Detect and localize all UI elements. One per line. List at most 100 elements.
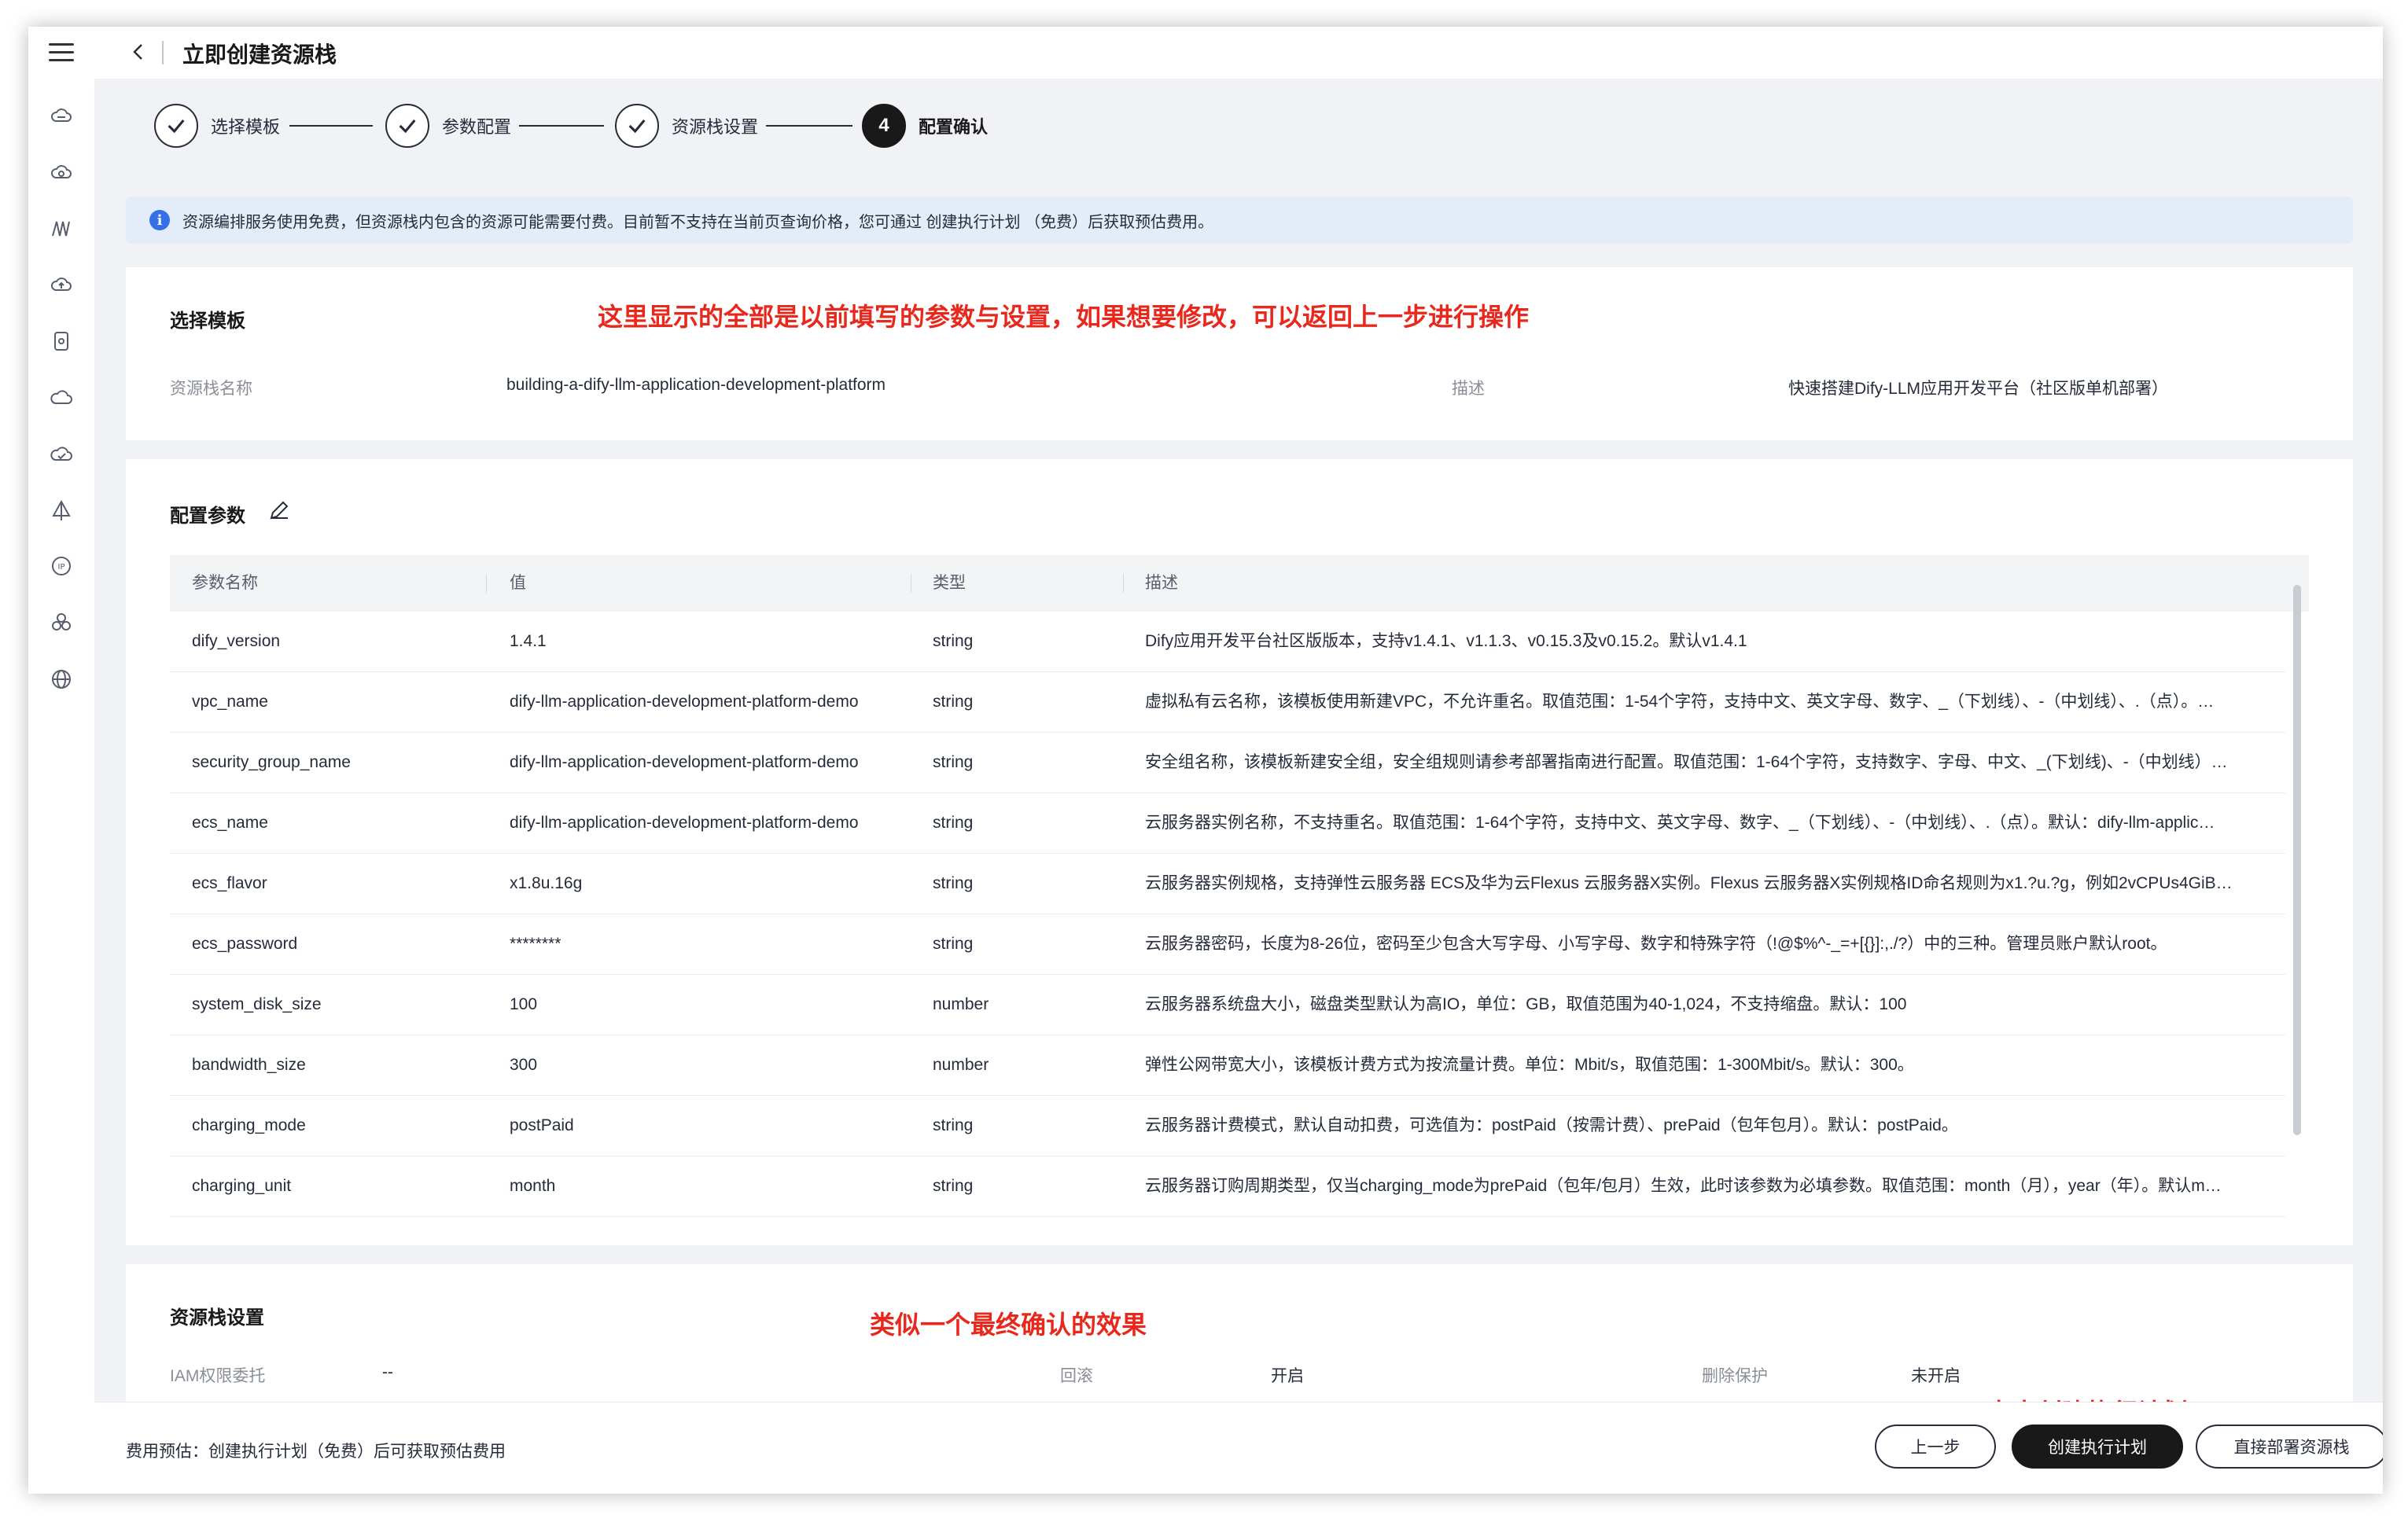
param-description-cell: 弹性公网带宽大小，该模板计费方式为按流量计费。单位：Mbit/s，取值范围：1-… [1145, 1056, 1914, 1074]
title-divider [162, 41, 164, 64]
storage-bucket-icon[interactable] [49, 329, 74, 354]
step-stack-settings: 资源栈设置 [615, 102, 758, 149]
deploy-icon[interactable] [49, 498, 74, 524]
create-execution-plan-button[interactable]: 创建执行计划 [2012, 1425, 2183, 1469]
param-description-cell: 云服务器实例规格，支持弹性云服务器 ECS及华为云Flexus 云服务器X实例。… [1145, 874, 2233, 892]
column-header: 描述 [1145, 574, 1178, 592]
info-icon: i [149, 210, 170, 230]
param-type-cell: string [933, 753, 974, 771]
param-name-cell: system_disk_size [192, 995, 322, 1013]
table-row: ecs_name dify-llm-application-development… [170, 793, 2285, 854]
param-value-cell: 1.4.1 [510, 632, 547, 650]
table-row: ecs_password ******** string 云服务器密码，长度为8-26… [170, 914, 2285, 975]
param-type-cell: string [933, 814, 974, 832]
step-label: 配置确认 [919, 117, 989, 137]
deploy-stack-button[interactable]: 直接部署资源栈 [2196, 1425, 2383, 1469]
stack-name-label: 资源栈名称 [170, 380, 252, 398]
param-value-cell: 100 [510, 995, 538, 1013]
annotation-note: 类似一个最终确认的效果 [870, 1311, 1147, 1339]
back-arrow-icon[interactable] [129, 42, 148, 61]
previous-step-button[interactable]: 上一步 [1875, 1425, 1996, 1469]
param-value-cell: dify-llm-application-development-platfor… [510, 693, 859, 711]
param-value-cell: x1.8u.16g [510, 874, 583, 892]
check-icon [385, 104, 429, 148]
table-body: dify_version 1.4.1 string Dify应用开发平台社区版版本，支… [170, 612, 2309, 1217]
hamburger-menu-icon[interactable] [49, 39, 74, 64]
param-description-cell: 云服务器订购周期类型，仅当charging_mode为prePaid（包年/包月… [1145, 1177, 2222, 1195]
table-row: ecs_flavor x1.8u.16g string 云服务器实例规格，支持弹性云服… [170, 854, 2285, 914]
param-description-cell: 云服务器密码，长度为8-26位，密码至少包含大写字母、小写字母、数字和特殊字符（… [1145, 935, 2167, 953]
description-label: 描述 [1452, 380, 1485, 398]
param-type-cell: string [933, 1116, 974, 1134]
step-label: 参数配置 [442, 117, 512, 137]
rollback-value: 开启 [1271, 1367, 1304, 1385]
cost-estimate-text: 费用预估：创建执行计划（免费）后可获取预估费用 [126, 1443, 506, 1461]
column-divider [486, 574, 487, 593]
param-name-cell: dify_version [192, 632, 281, 650]
param-description-cell: 虚拟私有云名称，该模板使用新建VPC，不允许重名。取值范围：1-54个字符，支持… [1145, 693, 2215, 711]
model-arts-icon[interactable] [49, 215, 74, 241]
table-row: charging_unit month string 云服务器订购周期类型，仅当cha… [170, 1156, 2285, 1217]
ip-icon[interactable]: IP [49, 553, 74, 579]
param-value-cell: postPaid [510, 1116, 574, 1134]
param-type-cell: number [933, 1056, 989, 1074]
iam-label: IAM权限委托 [170, 1367, 266, 1385]
param-value-cell: dify-llm-application-development-platfor… [510, 753, 859, 771]
info-banner: i 资源编排服务使用免费，但资源栈内包含的资源可能需要付费。目前暂不支持在当前页… [126, 197, 2353, 244]
param-name-cell: charging_mode [192, 1116, 306, 1134]
param-value-cell: 300 [510, 1056, 538, 1074]
table-row: security_group_name dify-llm-application-… [170, 733, 2285, 793]
params-table: 参数名称 值 类型 描述 dify_version 1.4.1 string Dify… [170, 555, 2309, 1217]
params-card: 配置参数 参数名称 值 类型 描述 dify_version 1.4.1 strin… [126, 459, 2353, 1245]
param-value-cell: month [510, 1177, 556, 1195]
rollback-label: 回滚 [1060, 1367, 1093, 1385]
section-title: 选择模板 [170, 311, 245, 332]
sidebar: IP [28, 27, 95, 1494]
cloud-upload-icon[interactable] [49, 272, 74, 297]
param-type-cell: string [933, 935, 974, 953]
step-label: 资源栈设置 [672, 117, 759, 137]
table-row: system_disk_size 100 number 云服务器系统盘大小，磁盘类型默… [170, 975, 2285, 1035]
svg-text:IP: IP [58, 563, 65, 572]
check-icon [615, 104, 659, 148]
param-type-cell: string [933, 874, 974, 892]
footer-bar: 费用预估：创建执行计划（免费）后可获取预估费用 上一步 创建执行计划 直接部署资… [94, 1402, 2383, 1494]
param-name-cell: vpc_name [192, 693, 268, 711]
param-value-cell: dify-llm-application-development-platfor… [510, 814, 859, 832]
cloud-server-icon[interactable] [49, 104, 74, 129]
cloud-database-icon[interactable] [49, 160, 74, 186]
table-row: charging_mode postPaid string 云服务器计费模式，默认自动… [170, 1096, 2285, 1156]
step-confirm: 4 配置确认 [862, 102, 988, 149]
param-description-cell: Dify应用开发平台社区版版本，支持v1.4.1、v1.1.3、v0.15.3及… [1145, 632, 1747, 650]
edit-pencil-icon[interactable] [267, 498, 291, 522]
banner-text: 资源编排服务使用免费，但资源栈内包含的资源可能需要付费。目前暂不支持在当前页查询… [182, 213, 1214, 231]
delete-protection-value: 未开启 [1911, 1367, 1961, 1385]
step-select-template: 选择模板 [154, 102, 280, 149]
section-title: 资源栈设置 [170, 1307, 264, 1329]
param-description-cell: 云服务器计费模式，默认自动扣费，可选值为：postPaid（按需计费）、preP… [1145, 1116, 1958, 1134]
column-header: 值 [510, 574, 526, 592]
column-header: 参数名称 [192, 574, 258, 592]
column-header: 类型 [933, 574, 966, 592]
param-type-cell: string [933, 1177, 974, 1195]
param-name-cell: ecs_name [192, 814, 268, 832]
step-number: 4 [862, 104, 906, 148]
table-row: bandwidth_size 300 number 弹性公网带宽大小，该模板计费方式为… [170, 1035, 2285, 1096]
step-label: 选择模板 [211, 117, 281, 137]
param-name-cell: charging_unit [192, 1177, 292, 1195]
globe-icon[interactable] [49, 667, 74, 692]
param-name-cell: ecs_password [192, 935, 298, 953]
step-connector [289, 125, 373, 127]
stack-name-value: building-a-dify-llm-application-developm… [506, 376, 886, 394]
param-type-cell: number [933, 995, 989, 1013]
step-param-config: 参数配置 [385, 102, 511, 149]
cloud-icon[interactable] [49, 385, 74, 410]
table-scrollbar[interactable] [2293, 585, 2301, 1135]
cloud-network-icon[interactable] [49, 442, 74, 467]
cluster-icon[interactable] [49, 610, 74, 635]
description-value: 快速搭建Dify-LLM应用开发平台（社区版单机部署） [1788, 380, 2169, 398]
table-header: 参数名称 值 类型 描述 [170, 555, 2309, 612]
param-name-cell: security_group_name [192, 753, 351, 771]
param-description-cell: 云服务器系统盘大小，磁盘类型默认为高IO，单位：GB，取值范围为40-1,024… [1145, 995, 1907, 1013]
annotation-note: 这里显示的全部是以前填写的参数与设置，如果想要修改，可以返回上一步进行操作 [598, 303, 1530, 331]
